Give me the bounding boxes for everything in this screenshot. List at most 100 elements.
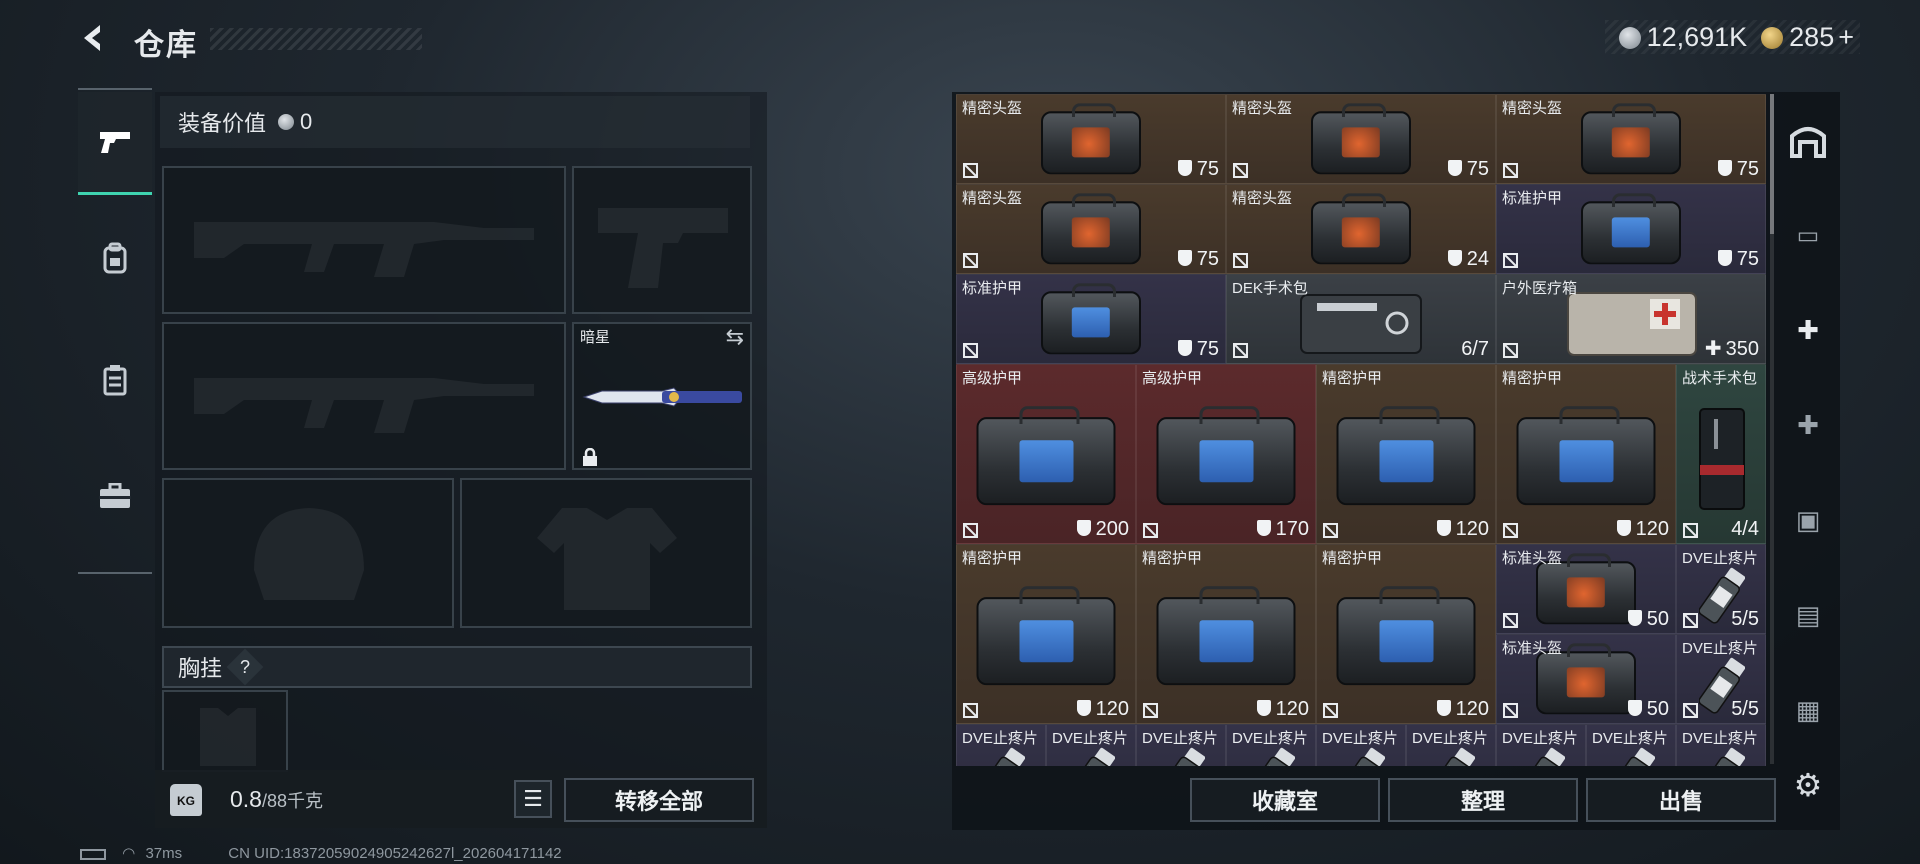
melee-slot[interactable]: 暗星 ⇆ bbox=[572, 322, 752, 470]
settings-button[interactable]: ⚙ bbox=[1780, 755, 1836, 815]
item-value: 120 bbox=[1616, 518, 1669, 541]
armor-item-icon bbox=[1156, 585, 1296, 685]
item-value-text: 120 bbox=[1635, 518, 1669, 540]
inventory-item[interactable]: DEK手术包 6/7 bbox=[1226, 274, 1496, 364]
filter-medical[interactable]: ✚ bbox=[1780, 300, 1836, 360]
premium-balance[interactable]: 285 + bbox=[1761, 22, 1854, 53]
backpack-icon bbox=[103, 242, 127, 274]
inventory-scrollbar[interactable] bbox=[1770, 94, 1774, 764]
inventory-item[interactable]: 标准护甲 75 bbox=[1496, 184, 1766, 274]
durability-shield-icon bbox=[1616, 520, 1631, 536]
item-name: 标准头盔 bbox=[1502, 640, 1563, 657]
back-button[interactable] bbox=[78, 22, 110, 54]
item-value-text: 50 bbox=[1646, 698, 1669, 720]
no-insure-icon bbox=[1233, 163, 1248, 178]
gear-icon: ⚙ bbox=[1793, 767, 1823, 803]
inventory-item[interactable]: 精密护甲 120 bbox=[1316, 544, 1496, 724]
collection-room-button[interactable]: 收藏室 bbox=[1190, 778, 1380, 822]
filter-medical-2[interactable]: ✚ bbox=[1780, 395, 1836, 455]
item-name: DVE止疼片 bbox=[1052, 730, 1128, 747]
inventory-item[interactable]: 精密头盔 24 bbox=[1226, 184, 1496, 274]
filter-tools[interactable]: ▣ bbox=[1780, 490, 1836, 550]
item-value: 120 bbox=[1436, 698, 1489, 721]
helmet-slot[interactable] bbox=[162, 478, 454, 628]
inventory-item[interactable]: 精密护甲 120 bbox=[1316, 364, 1496, 544]
item-name: 精密头盔 bbox=[1232, 190, 1293, 207]
inventory-item[interactable]: DVE止疼片 5/5 bbox=[1676, 544, 1766, 634]
status-line: ◠ 37ms CN UID:18372059024905242627l_2026… bbox=[80, 844, 562, 862]
armor-item-icon bbox=[1336, 585, 1476, 685]
chest-rig-slot[interactable] bbox=[162, 690, 288, 772]
inventory-item[interactable]: 精密头盔 75 bbox=[1226, 94, 1496, 184]
no-insure-icon bbox=[1503, 703, 1518, 718]
equipment-value: 0 bbox=[300, 109, 313, 134]
category-case[interactable] bbox=[78, 446, 152, 546]
title-decoration bbox=[210, 28, 422, 50]
armor-slot[interactable] bbox=[460, 478, 752, 628]
inventory-item[interactable]: 户外医疗箱 ✚ 350 bbox=[1496, 274, 1766, 364]
vest-icon bbox=[103, 365, 127, 396]
item-value-text: 75 bbox=[1196, 248, 1219, 270]
inventory-item[interactable]: DVE止疼片 5/5 bbox=[1676, 634, 1766, 724]
organize-button[interactable]: 整理 bbox=[1388, 778, 1578, 822]
no-insure-icon bbox=[1683, 703, 1698, 718]
item-name: 精密护甲 bbox=[1322, 370, 1383, 387]
armor-item-icon bbox=[1041, 283, 1141, 355]
category-backpack[interactable] bbox=[78, 208, 152, 308]
filter-keys[interactable]: ▤ bbox=[1780, 585, 1836, 645]
add-premium-button[interactable]: + bbox=[1838, 22, 1854, 52]
inventory-item[interactable]: DVE止疼片 bbox=[1496, 724, 1586, 766]
lock-icon bbox=[583, 448, 597, 466]
inventory-item[interactable]: DVE止疼片 bbox=[1586, 724, 1676, 766]
durability-shield-icon bbox=[1177, 250, 1192, 266]
inventory-item[interactable]: 标准头盔 50 bbox=[1496, 634, 1676, 724]
inventory-item[interactable]: DVE止疼片 bbox=[1406, 724, 1496, 766]
item-name: DVE止疼片 bbox=[1232, 730, 1308, 747]
durability-shield-icon bbox=[1436, 700, 1451, 716]
inventory-item[interactable]: 精密护甲 120 bbox=[1136, 544, 1316, 724]
ping-readout: 37ms bbox=[145, 845, 183, 862]
filter-ammo[interactable]: ▭ bbox=[1780, 205, 1836, 265]
rifle-silhouette-icon bbox=[194, 378, 534, 433]
inventory-item[interactable]: 精密护甲 120 bbox=[1496, 364, 1676, 544]
no-insure-icon bbox=[1683, 613, 1698, 628]
no-insure-icon bbox=[1323, 523, 1338, 538]
item-name: 精密头盔 bbox=[962, 100, 1023, 117]
weight-readout: 0.8/88千克 bbox=[230, 786, 324, 812]
sell-button[interactable]: 出售 bbox=[1586, 778, 1776, 822]
category-vest[interactable] bbox=[78, 330, 152, 430]
battery-icon bbox=[80, 848, 106, 860]
secondary-weapon-slot[interactable] bbox=[162, 322, 566, 470]
pistol-slot[interactable] bbox=[572, 166, 752, 314]
inventory-item[interactable]: 标准护甲 75 bbox=[956, 274, 1226, 364]
transfer-all-button[interactable]: 转移全部 bbox=[564, 778, 754, 822]
help-icon[interactable]: ? bbox=[226, 648, 264, 686]
inventory-item[interactable]: 精密护甲 120 bbox=[956, 544, 1136, 724]
inventory-item[interactable]: 精密头盔 75 bbox=[1496, 94, 1766, 184]
inventory-item[interactable]: 高级护甲 170 bbox=[1136, 364, 1316, 544]
list-view-button[interactable]: ☰ bbox=[514, 780, 552, 818]
inventory-item[interactable]: DVE止疼片 bbox=[1676, 724, 1766, 766]
inventory-item[interactable]: 精密头盔 75 bbox=[956, 184, 1226, 274]
category-weapons[interactable] bbox=[78, 92, 152, 195]
category-rail bbox=[78, 88, 152, 574]
inventory-item[interactable]: 精密头盔 75 bbox=[956, 94, 1226, 184]
inventory-item[interactable]: 战术手术包 4/4 bbox=[1676, 364, 1766, 544]
inventory-item[interactable]: DVE止疼片 bbox=[1226, 724, 1316, 766]
no-insure-icon bbox=[963, 523, 978, 538]
filter-home[interactable] bbox=[1780, 110, 1836, 170]
helmet-item-icon bbox=[1311, 193, 1411, 265]
scrollbar-thumb[interactable] bbox=[1770, 94, 1774, 234]
inventory-item[interactable]: DVE止疼片 bbox=[1136, 724, 1226, 766]
inventory-item[interactable]: 高级护甲 200 bbox=[956, 364, 1136, 544]
inventory-item[interactable]: DVE止疼片 bbox=[1046, 724, 1136, 766]
durability-shield-icon bbox=[1717, 160, 1732, 176]
item-value: 4/4 bbox=[1731, 518, 1759, 541]
item-value: 75 bbox=[1717, 158, 1759, 181]
inventory-item[interactable]: DVE止疼片 bbox=[956, 724, 1046, 766]
primary-weapon-slot[interactable] bbox=[162, 166, 566, 314]
filter-misc[interactable]: ▦ bbox=[1780, 680, 1836, 740]
inventory-item[interactable]: DVE止疼片 bbox=[1316, 724, 1406, 766]
swap-icon[interactable]: ⇆ bbox=[726, 324, 744, 350]
inventory-item[interactable]: 标准头盔 50 bbox=[1496, 544, 1676, 634]
